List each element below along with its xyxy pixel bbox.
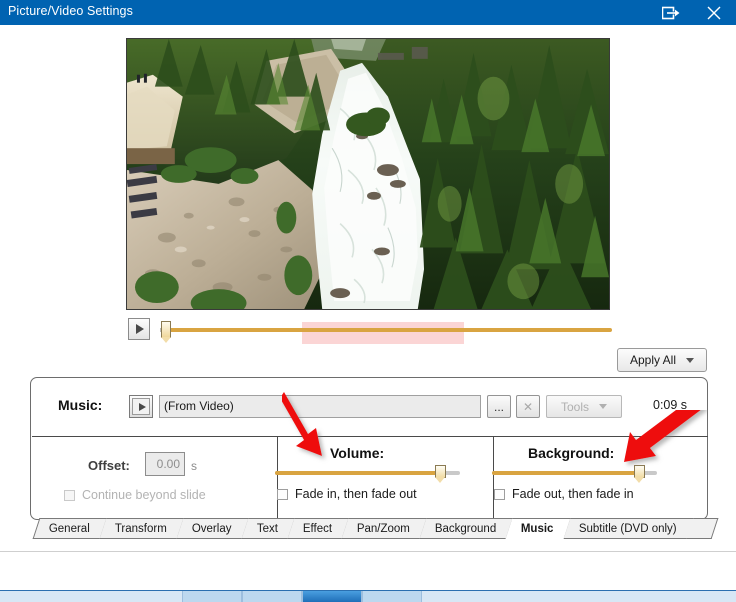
fade-out-then-fade-in-checkbox[interactable] (494, 489, 505, 500)
tab-pan-zoom[interactable]: Pan/Zoom (341, 518, 428, 539)
preview-illustration (127, 39, 609, 309)
preview-play-button[interactable] (128, 318, 150, 340)
clear-music-button[interactable]: ✕ (516, 395, 540, 418)
offset-unit-label: s (191, 459, 197, 473)
volume-slider[interactable] (275, 465, 460, 483)
tab-overlay[interactable]: Overlay (176, 518, 249, 539)
taskbar-item[interactable] (182, 591, 242, 602)
background-slider-thumb[interactable] (634, 465, 645, 483)
volume-label: Volume: (330, 445, 385, 461)
music-label: Music: (58, 397, 103, 413)
tab-label: Text (256, 522, 278, 535)
fade-out-then-fade-in-label: Fade out, then fade in (512, 487, 634, 501)
export-restore-icon[interactable] (651, 0, 691, 25)
tab-label: Transform (114, 522, 167, 535)
tab-music[interactable]: Music (505, 518, 572, 539)
browse-music-button[interactable]: ... (487, 395, 511, 418)
bottom-bar: Slide 8 of 99: F:\MemoriesOnTV Project F… (0, 552, 736, 590)
volume-slider-fill (275, 471, 441, 475)
play-icon (136, 324, 144, 334)
taskbar-item[interactable] (362, 591, 422, 602)
background-slider[interactable] (492, 465, 657, 483)
background-label: Background: (528, 445, 615, 461)
settings-tabs: General Transform Overlay Text Effect Pa… (32, 518, 719, 539)
picture-video-settings-dialog: Picture/Video Settings Apply All Music: … (0, 0, 736, 602)
play-icon (138, 402, 146, 411)
taskbar-item-active[interactable] (302, 591, 362, 602)
tab-label: Music (521, 522, 554, 535)
tab-general[interactable]: General (32, 518, 108, 539)
continue-beyond-slide-label: Continue beyond slide (82, 488, 206, 502)
tab-transform[interactable]: Transform (99, 518, 185, 539)
title-bar: Picture/Video Settings (0, 0, 736, 25)
tab-label: General (49, 522, 90, 535)
close-icon[interactable] (694, 0, 734, 25)
music-play-button[interactable] (129, 395, 153, 418)
window-title: Picture/Video Settings (8, 4, 133, 18)
seek-highlight-region (302, 322, 464, 344)
tab-label: Subtitle (DVD only) (578, 522, 677, 535)
music-file-input[interactable]: (From Video) (159, 395, 481, 418)
tab-label: Effect (302, 522, 332, 535)
seek-slider-track[interactable] (160, 328, 612, 332)
tab-subtitle-dvd-only[interactable]: Subtitle (DVD only) (563, 518, 695, 539)
music-play-inner (132, 398, 150, 415)
continue-beyond-slide-checkbox[interactable] (64, 490, 75, 501)
seek-slider-thumb[interactable] (161, 321, 171, 343)
tab-label: Pan/Zoom (356, 522, 410, 535)
tab-label: Overlay (191, 522, 232, 535)
apply-all-button[interactable]: Apply All (617, 348, 707, 372)
tab-effect[interactable]: Effect (287, 518, 350, 539)
tab-text[interactable]: Text (241, 518, 296, 539)
tools-dropdown-button[interactable]: Tools (546, 395, 622, 418)
fade-in-then-fade-out-checkbox[interactable] (277, 489, 288, 500)
chevron-down-icon (599, 404, 607, 409)
groupbox-horizontal-divider (32, 436, 708, 437)
taskbar-item[interactable] (242, 591, 302, 602)
tools-label: Tools (560, 399, 589, 414)
apply-all-label: Apply All (629, 353, 677, 367)
tab-label: Background (434, 522, 497, 535)
slide-preview-image (126, 38, 610, 310)
fade-in-then-fade-out-label: Fade in, then fade out (295, 487, 417, 501)
music-duration-label: 0:09 s (653, 398, 688, 412)
chevron-down-icon (686, 357, 695, 363)
offset-label: Offset: (88, 458, 130, 473)
volume-slider-thumb[interactable] (435, 465, 446, 483)
background-slider-fill (492, 471, 640, 475)
tab-background[interactable]: Background (419, 518, 514, 539)
offset-input[interactable]: 0.00 (145, 452, 185, 476)
